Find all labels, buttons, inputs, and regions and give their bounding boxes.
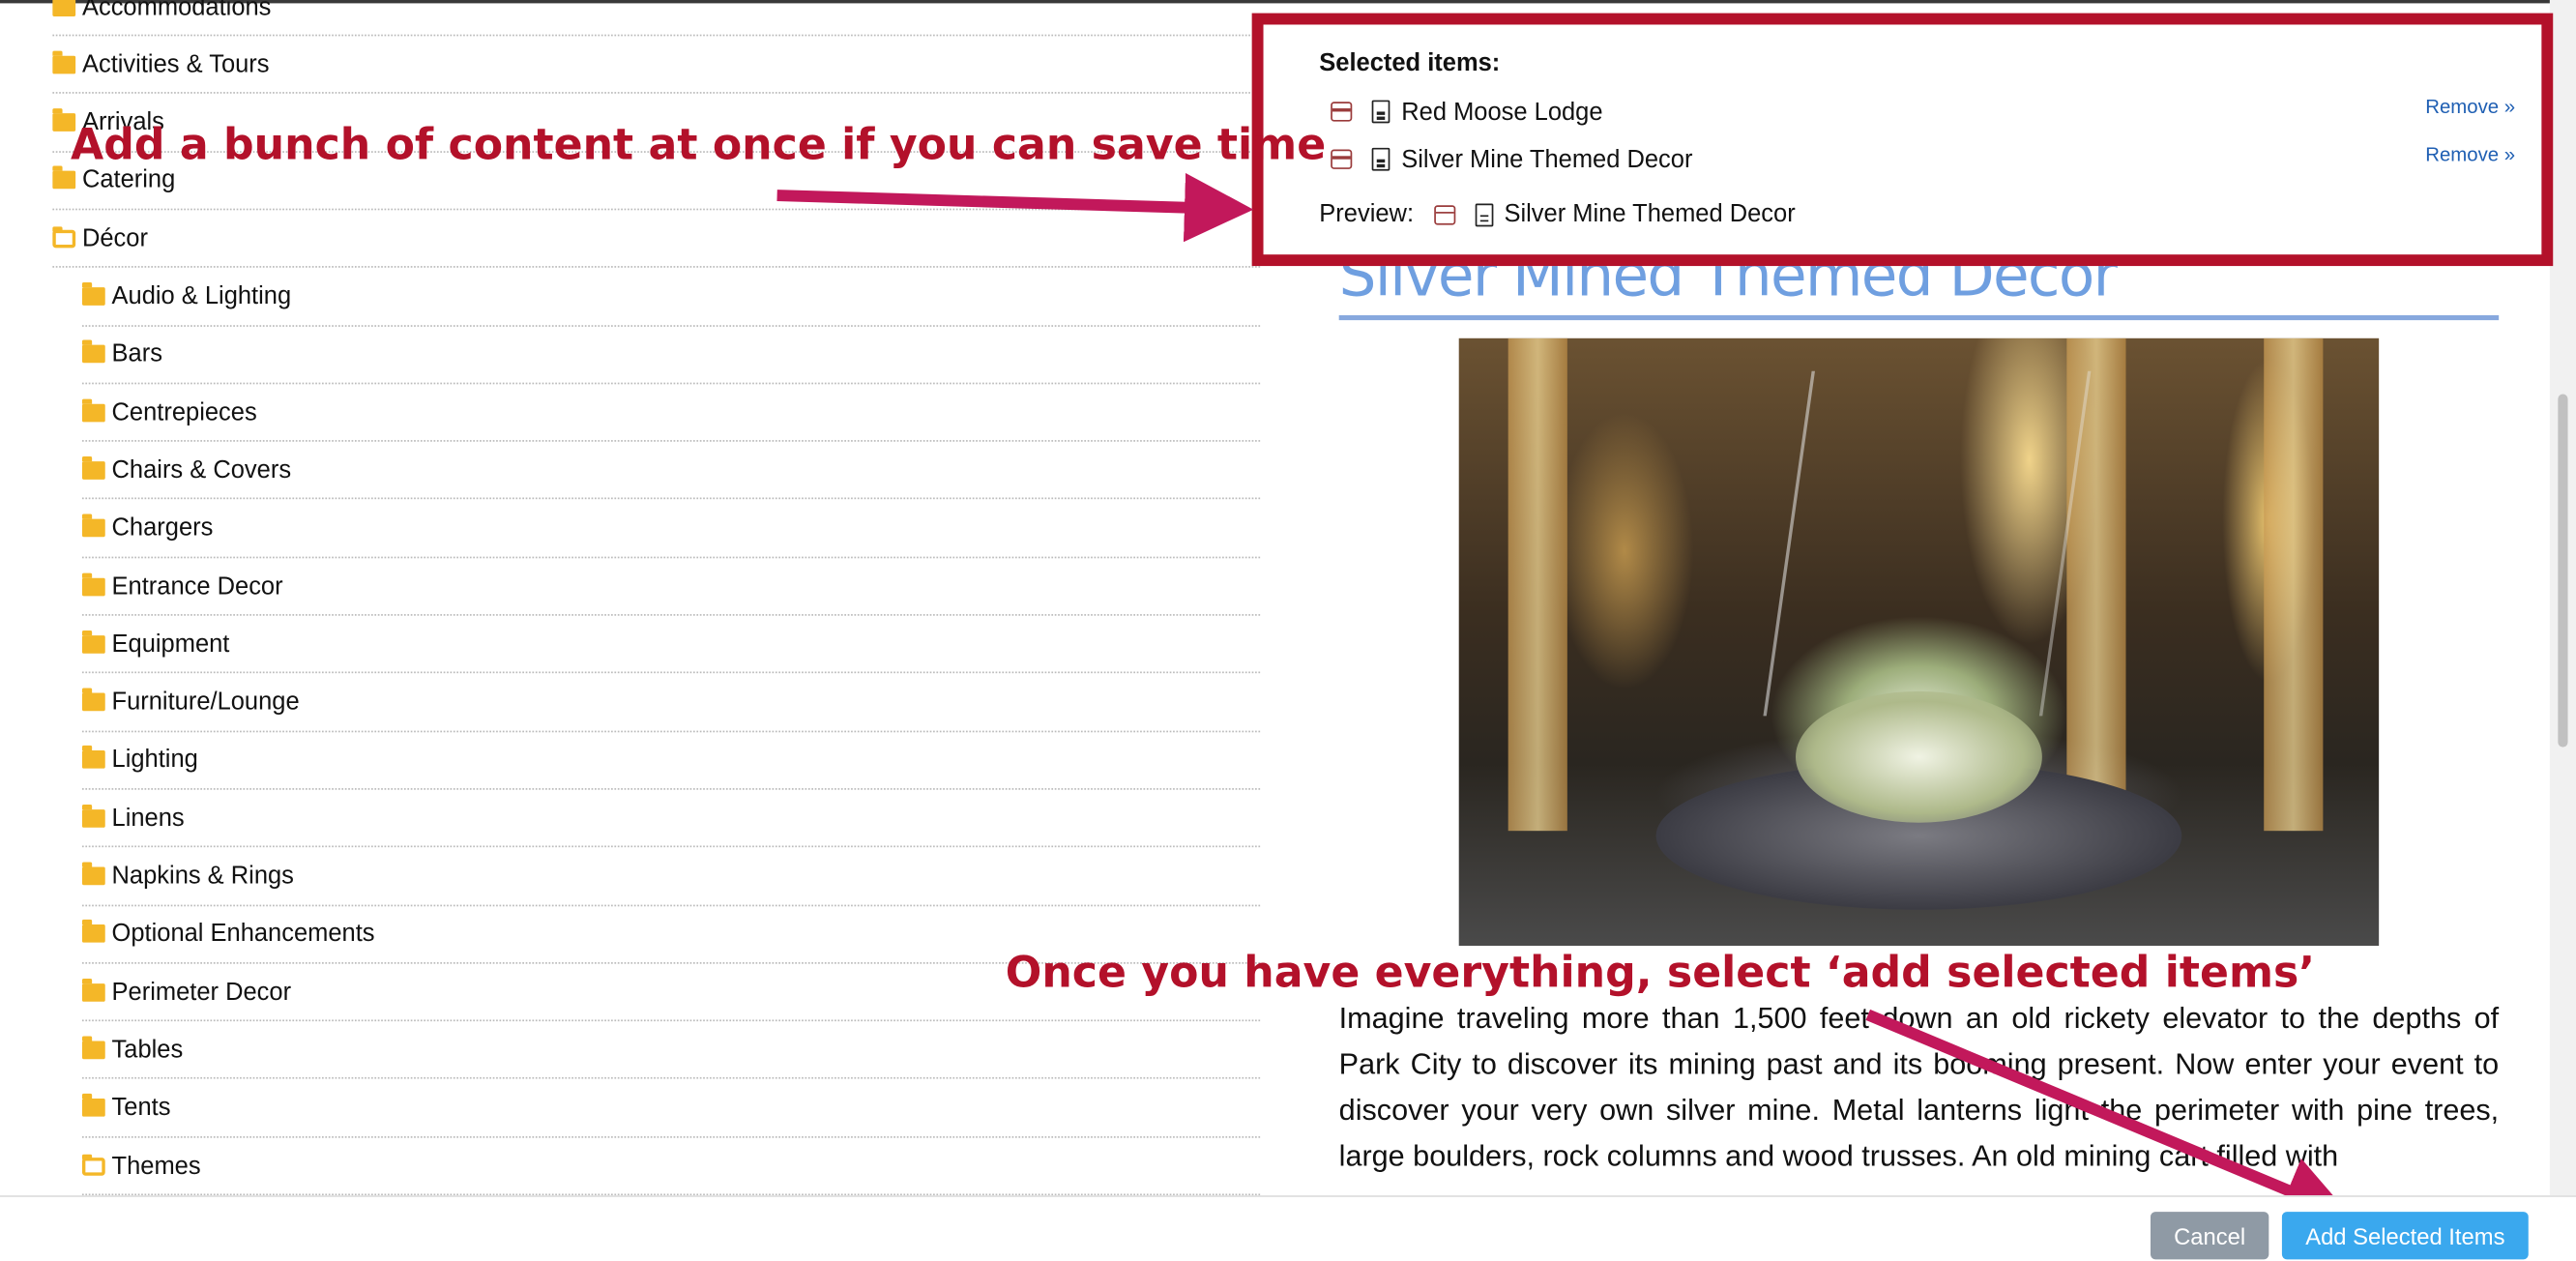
selected-items-heading: Selected items: — [1319, 48, 1501, 77]
tree-item[interactable]: Entrance Decor — [81, 558, 1261, 616]
image-column — [1508, 337, 1567, 832]
folder-icon — [81, 282, 105, 306]
remove-link[interactable]: Remove » — [2425, 143, 2515, 166]
folder-icon — [81, 630, 105, 654]
tree-item[interactable]: Centrepieces — [81, 384, 1261, 442]
tree-item-label: Centrepieces — [111, 397, 257, 426]
folder-icon — [81, 746, 105, 770]
tree-item[interactable]: Equipment — [81, 616, 1261, 674]
folder-icon — [81, 455, 105, 480]
scrollbar[interactable] — [2549, 0, 2576, 1196]
preview-body-text: Imagine traveling more than 1,500 feet d… — [1338, 1001, 2500, 1173]
package-icon — [1331, 149, 1353, 169]
package-icon — [1433, 204, 1455, 224]
title-divider — [1338, 315, 2500, 321]
tree-item[interactable]: Tents — [81, 1080, 1261, 1138]
tree-item[interactable]: Chairs & Covers — [81, 442, 1261, 500]
folder-icon — [81, 862, 105, 886]
selected-item-label: Red Moose Lodge — [1401, 98, 1603, 126]
tree-item[interactable]: Furniture/Lounge — [81, 674, 1261, 732]
tree-item[interactable]: Bars — [81, 327, 1261, 384]
folder-icon — [81, 397, 105, 422]
tree-item-label: Activities & Tours — [81, 50, 270, 79]
preview-indicator: Preview: Silver Mine Themed Decor — [1319, 200, 1795, 228]
content-tree: Accommodations Activities & Tours Arrivals… — [0, 0, 1281, 1196]
tree-item[interactable]: Activities & Tours — [52, 37, 1261, 95]
folder-open-icon — [52, 225, 76, 248]
selected-item: Red Moose Lodge — [1331, 95, 1603, 128]
document-icon — [1371, 147, 1390, 171]
tree-item-label: Chargers — [111, 513, 214, 543]
dialog-footer: Cancel Add Selected Items — [0, 1195, 2576, 1261]
folder-icon — [81, 804, 105, 828]
tree-item[interactable]: Accommodations — [52, 0, 1261, 37]
tree-item-label: Equipment — [111, 630, 230, 659]
image-branches — [1763, 370, 2092, 717]
preview-item-label: Silver Mine Themed Decor — [1504, 200, 1796, 229]
tree-item-label: Tables — [111, 1036, 184, 1065]
tree-item[interactable]: Audio & Lighting — [81, 269, 1261, 327]
document-icon — [1371, 100, 1390, 124]
image-centerpiece — [1796, 690, 2042, 823]
tree-item-label: Accommodations — [81, 0, 272, 21]
folder-icon — [81, 1094, 105, 1117]
tree-item-label: Furniture/Lounge — [111, 688, 300, 717]
preview-image — [1458, 337, 2380, 947]
folder-icon — [81, 513, 105, 538]
folder-icon — [81, 339, 105, 364]
tree-item-label: Themes — [111, 1152, 201, 1181]
selected-item-label: Silver Mine Themed Decor — [1401, 145, 1693, 174]
tree-item[interactable]: Tables — [81, 1022, 1261, 1080]
tree-item-label: Décor — [81, 224, 148, 252]
tree-item-label: Chairs & Covers — [111, 455, 292, 484]
tree-item-label: Napkins & Rings — [111, 862, 294, 891]
annotation-bottom: Once you have everything, select ‘add se… — [1005, 949, 2316, 999]
preview-label: Preview: — [1319, 200, 1415, 229]
selected-item: Silver Mine Themed Decor — [1331, 143, 1692, 176]
tree-item-label: Perimeter Decor — [111, 978, 292, 1007]
tree-item-label: Audio & Lighting — [111, 282, 292, 310]
tree-item[interactable]: Chargers — [81, 500, 1261, 558]
tree-item[interactable]: Linens — [81, 790, 1261, 848]
folder-icon — [52, 50, 76, 74]
tree-item-label: Bars — [111, 339, 162, 368]
add-selected-items-button[interactable]: Add Selected Items — [2281, 1212, 2529, 1260]
folder-icon — [81, 1036, 105, 1060]
folder-open-icon — [81, 1153, 105, 1175]
tree-item-label: Optional Enhancements — [111, 920, 375, 949]
tree-item-label: Entrance Decor — [111, 572, 283, 601]
remove-link[interactable]: Remove » — [2425, 95, 2515, 118]
folder-icon — [81, 978, 105, 1002]
folder-icon — [81, 688, 105, 712]
tree-item[interactable]: Décor — [52, 211, 1261, 269]
package-icon — [1331, 102, 1353, 122]
folder-icon — [52, 166, 76, 190]
tree-item-label: Linens — [111, 804, 185, 833]
folder-icon — [52, 0, 76, 16]
tree-item[interactable]: Themes — [81, 1138, 1261, 1196]
scrollbar-thumb[interactable] — [2558, 394, 2568, 748]
selected-items-panel: Selected items: Red Moose Lodge Remove »… — [1251, 13, 2554, 267]
cancel-button[interactable]: Cancel — [2150, 1212, 2269, 1260]
tree-item[interactable]: Napkins & Rings — [81, 848, 1261, 906]
tree-item-label: Tents — [111, 1094, 171, 1123]
folder-icon — [81, 920, 105, 944]
tree-item-label: Lighting — [111, 746, 198, 775]
annotation-top: Add a bunch of content at once if you ca… — [71, 121, 1327, 171]
tree-item[interactable]: Lighting — [81, 732, 1261, 790]
document-icon — [1474, 202, 1493, 226]
image-column — [2264, 337, 2324, 832]
folder-icon — [81, 572, 105, 596]
